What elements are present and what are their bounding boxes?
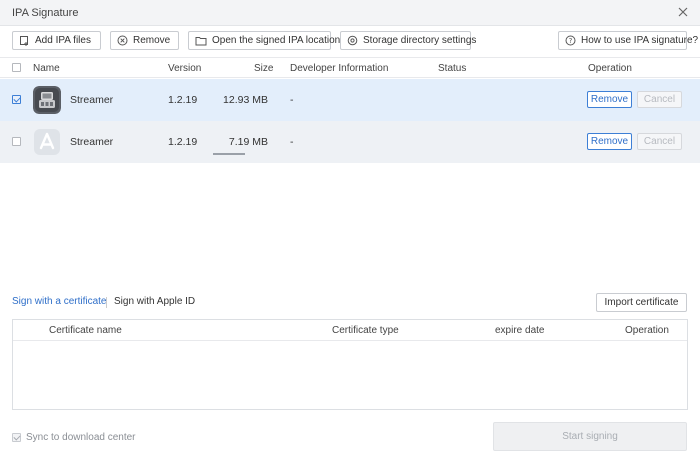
header-expire-date: expire date [495,325,545,336]
header-cert-type: Certificate type [332,325,399,336]
developer-info: - [290,136,294,148]
import-certificate-button[interactable]: Import certificate [596,293,687,312]
header-version: Version [168,63,202,74]
row-cancel-button[interactable]: Cancel [637,133,682,150]
row-checkbox[interactable] [12,95,21,104]
gear-icon [347,35,358,46]
row-remove-button[interactable]: Remove [587,133,632,150]
tab-divider [106,297,107,308]
header-size: Size [254,63,274,74]
open-signed-location-button[interactable]: Open the signed IPA location [188,31,340,50]
tab-sign-with-certificate[interactable]: Sign with a certificate [12,296,107,307]
streamer-app-icon [33,86,61,114]
sync-to-download-center-checkbox[interactable] [12,432,21,442]
storage-directory-settings-label: Storage directory settings [363,35,477,46]
header-developer: Developer Information [290,63,389,74]
header-cert-operation: Operation [625,325,669,336]
folder-icon [195,36,207,45]
row-checkbox[interactable] [12,137,21,146]
table-row[interactable]: Streamer 1.2.19 12.93 MB - Remove Cancel [0,79,700,121]
header-cert-name: Certificate name [49,325,122,336]
header-name: Name [33,63,60,74]
certificate-table-header: Certificate name Certificate type expire… [13,320,687,341]
app-store-placeholder-icon [34,129,60,155]
certificate-table: Certificate name Certificate type expire… [12,319,688,410]
sync-checkbox-wrap [12,432,21,443]
app-name: Streamer [70,136,114,148]
add-ipa-files-button[interactable]: Add IPA files [12,31,101,50]
app-size: 7.19 MB [228,136,268,148]
sync-to-download-center-label: Sync to download center [26,432,136,443]
row-remove-button[interactable]: Remove [587,91,632,108]
tab-sign-with-apple-id[interactable]: Sign with Apple ID [114,296,195,307]
how-to-use-button[interactable]: ? How to use IPA signature? [558,31,698,50]
app-version: 1.2.19 [168,94,198,106]
toolbar: Add IPA files Remove Open the signed IPA… [0,26,700,56]
signing-progress-bar [213,153,245,155]
ipa-table-header: Name Version Size Developer Information … [0,57,700,78]
svg-text:?: ? [569,37,573,45]
remove-button[interactable]: Remove [110,31,179,50]
app-size: 12.93 MB [223,94,268,106]
add-file-icon [20,36,28,46]
window-title: IPA Signature [12,7,79,19]
how-to-use-label: How to use IPA signature? [581,35,699,46]
open-signed-location-label: Open the signed IPA location [212,35,341,46]
table-row[interactable]: Streamer 1.2.19 7.19 MB - Remove Cancel [0,121,700,163]
remove-label: Remove [133,35,171,46]
app-version: 1.2.19 [168,136,198,148]
title-bar: IPA Signature [0,0,700,26]
row-cancel-button[interactable]: Cancel [637,91,682,108]
help-icon: ? [565,35,576,46]
add-ipa-files-label: Add IPA files [35,35,91,46]
start-signing-button[interactable]: Start signing [493,422,687,451]
select-all-checkbox[interactable] [12,63,21,72]
close-icon[interactable] [676,5,690,19]
developer-info: - [290,94,294,106]
header-operation: Operation [588,63,632,74]
sign-method-tabs: Sign with a certificate Sign with Apple … [0,292,700,312]
app-name: Streamer [70,94,114,106]
header-status: Status [438,63,467,74]
storage-directory-settings-button[interactable]: Storage directory settings [340,31,476,50]
remove-circle-icon [117,35,128,46]
